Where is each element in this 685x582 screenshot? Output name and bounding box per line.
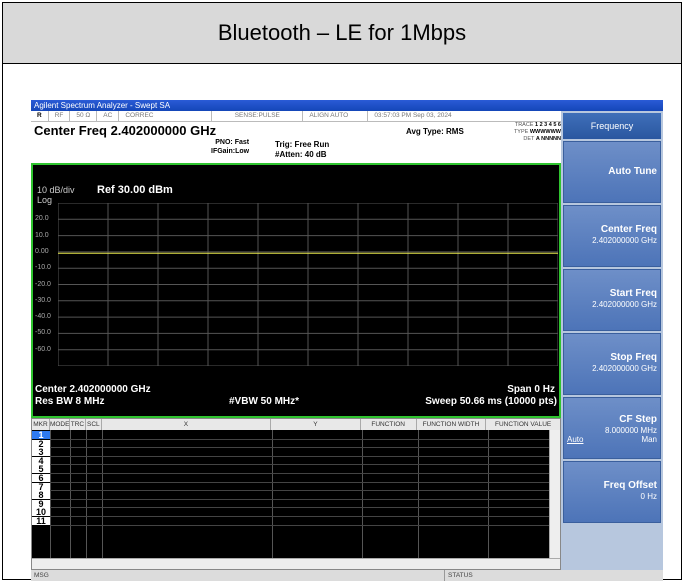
table-row-divider [50,464,552,466]
col-header: MKR [32,419,50,430]
freq-offset-button[interactable]: Freq Offset 0 Hz [563,461,661,523]
y-tick-label: -20.0 [35,280,51,288]
table-col-divider [86,430,87,560]
trace-plot [58,203,558,366]
table-row-divider [50,490,552,492]
status-header: R RF 50 Ω AC CORREC SENSE:PULSE ALIGN AU… [31,111,561,163]
sweep-footer: Sweep 50.66 ms (10000 pts) [425,396,557,407]
table-col-divider [418,430,419,560]
status-cell: CORREC [119,111,213,121]
table-col-divider [362,430,363,560]
stop-freq-button[interactable]: Stop Freq 2.402000000 GHz [563,333,661,395]
page-title: Bluetooth – LE for 1Mbps [3,3,681,64]
table-row-divider [50,447,552,449]
status-cell: SENSE:PULSE [212,111,304,121]
table-col-divider [50,430,51,560]
page-frame: Bluetooth – LE for 1Mbps Agilent Spectru… [2,2,682,581]
span-footer: Span 0 Hz [507,384,555,395]
col-header: MODE [49,419,70,430]
table-row-divider [50,498,552,500]
center-freq-readout[interactable]: Center Freq 2.402000000 GHz [34,123,216,138]
plot-area [58,203,558,366]
center-freq-button[interactable]: Center Freq 2.402000000 GHz [563,205,661,267]
center-footer: Center 2.402000000 GHz [35,384,151,395]
table-row-divider [50,473,552,474]
y-tick-label: 10.0 [35,231,49,239]
analyzer-screenshot: Agilent Spectrum Analyzer - Swept SA R R… [31,100,663,581]
vertical-scrollbar[interactable] [549,430,560,560]
avg-type-readout: Avg Type: RMS [406,127,464,136]
marker-row-number[interactable]: 6 [32,474,50,483]
marker-row-number[interactable]: 8 [32,491,50,500]
table-col-divider [102,430,103,560]
table-row-divider [50,516,552,517]
message-bar: MSG STATUS [31,570,663,581]
col-header: X [102,419,272,430]
start-freq-button[interactable]: Start Freq 2.402000000 GHz [563,269,661,331]
y-tick-label: 0.00 [35,247,49,255]
marker-row-number[interactable]: 11 [32,517,50,526]
window-title: Agilent Spectrum Analyzer - Swept SA [31,100,663,111]
marker-row-number[interactable]: 3 [32,448,50,457]
col-header: TRC [70,419,86,430]
table-row-divider [50,507,552,509]
log-label: Log [37,195,53,205]
softkey-panel: Frequency Auto Tune Center Freq 2.402000… [561,111,663,570]
table-row-divider [50,438,552,440]
pno-readout: PNO: Fast IFGain:Low [211,139,250,155]
col-header: FUNCTION WIDTH [417,419,487,430]
horizontal-scrollbar[interactable] [32,558,560,569]
table-row-divider [50,481,552,483]
auto-tune-button[interactable]: Auto Tune [563,141,661,203]
table-row-divider [50,455,552,457]
auto-man-toggle[interactable]: Auto Man [567,435,657,444]
status-cell: RF [49,111,71,121]
col-header: Y [271,419,361,430]
ref-level: Ref 30.00 dBm [97,184,173,196]
marker-table: MKR MODE TRC SCL X Y FUNCTION FUNCTION W… [31,418,561,570]
y-tick-label: -60.0 [35,345,51,353]
col-header: SCL [86,419,102,430]
trigger-readout: Trig: Free Run #Atten: 40 dB [275,140,330,159]
table-col-divider [272,430,273,560]
col-header: FUNCTION [361,419,417,430]
cf-step-button[interactable]: CF Step 8.000000 MHz Auto Man [563,397,661,459]
timestamp: 03:57:03 PM Sep 03, 2024 [374,112,452,119]
table-col-divider [70,430,71,560]
status-cells: R RF 50 Ω AC CORREC SENSE:PULSE ALIGN AU… [31,111,561,122]
rbw-footer: Res BW 8 MHz [35,396,105,407]
trace-status: TRACE 1 2 3 4 5 6 TYPE WWWWWW DET A NNNN… [513,122,561,142]
scale-label: 10 dB/div [37,185,75,195]
status-cell: 50 Ω [70,111,98,121]
y-tick-label: -50.0 [35,329,51,337]
y-tick-label: 20.0 [35,215,49,223]
table-col-divider [488,430,489,560]
table-row-divider [50,524,552,526]
vbw-footer: #VBW 50 MHz* [229,396,300,407]
marker-row-number[interactable]: 1 [32,431,50,440]
y-tick-label: -30.0 [35,296,51,304]
col-header: FUNCTION VALUE [495,421,552,428]
y-tick-label: -10.0 [35,264,51,272]
status-cell: AC [97,111,120,121]
y-tick-label: -40.0 [35,313,51,321]
mode-indicator: R [31,111,49,121]
softkey-menu-title: Frequency [563,113,661,139]
marker-table-body: 1 2 3 4 5 6 7 8 9 10 11 [32,430,552,560]
status-cell: ALIGN AUTO [303,111,369,121]
spectrum-display[interactable]: 10 dB/div Ref 30.00 dBm Log 20.0 10.0 0.00… [31,163,561,418]
